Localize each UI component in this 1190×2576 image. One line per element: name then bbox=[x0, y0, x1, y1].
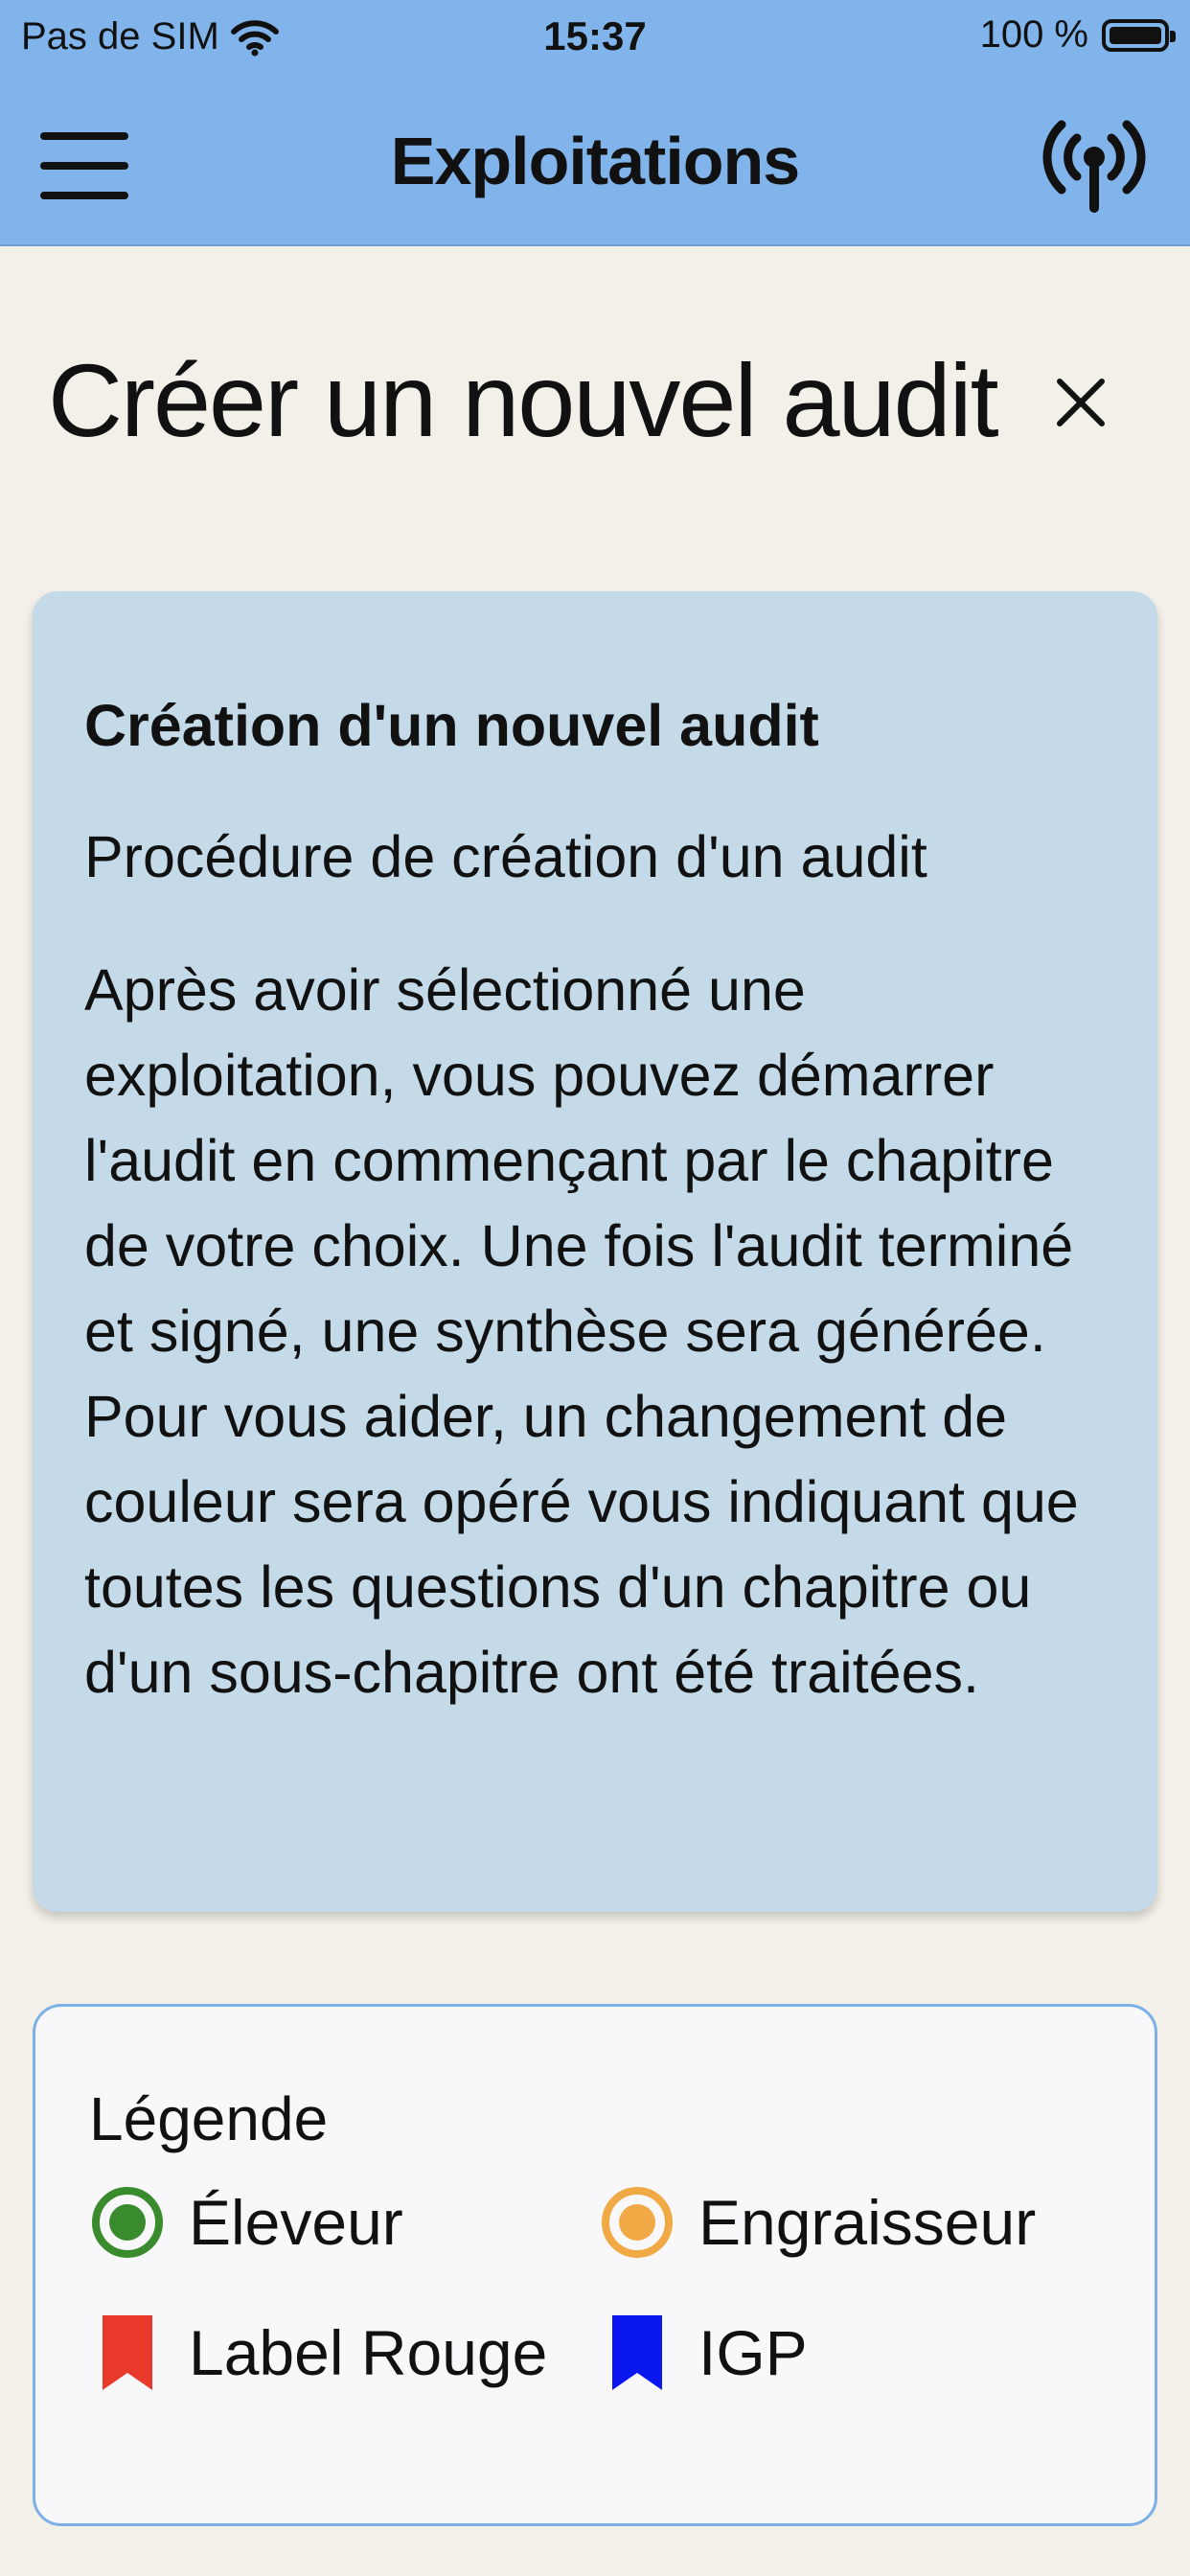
legend-item-label-rouge: Label Rouge bbox=[89, 2310, 547, 2396]
sync-button[interactable] bbox=[1041, 109, 1148, 217]
legend-label-eleveur: Éleveur bbox=[189, 2187, 403, 2258]
legend-card: Légende Éleveur Engraisseur Label Rouge bbox=[33, 2004, 1157, 2526]
battery-status: 100 % bbox=[979, 13, 1176, 57]
battery-percent: 100 % bbox=[979, 13, 1088, 56]
battery-icon bbox=[1102, 18, 1176, 52]
legend-label-engraisseur: Engraisseur bbox=[698, 2187, 1037, 2258]
legend-label-label-rouge: Label Rouge bbox=[189, 2317, 548, 2388]
legend-label-igp: IGP bbox=[698, 2317, 808, 2388]
info-card-title: Création d'un nouvel audit bbox=[84, 693, 819, 758]
navigation-bar: Exploitations bbox=[0, 96, 1190, 240]
bookmark-icon bbox=[612, 2315, 662, 2390]
info-card-body: Après avoir sélectionné une exploitation… bbox=[84, 957, 1079, 1706]
info-card: Création d'un nouvel audit Procédure de … bbox=[33, 591, 1157, 1912]
top-app-bar: Pas de SIM 15:37 100 % Exploitations bbox=[0, 0, 1190, 246]
legend-item-eleveur: Éleveur bbox=[89, 2179, 403, 2266]
battery-fill bbox=[1110, 26, 1161, 44]
close-button[interactable] bbox=[1044, 366, 1117, 439]
radio-circle-icon bbox=[602, 2187, 673, 2258]
bookmark-icon bbox=[103, 2315, 152, 2390]
legend-title: Légende bbox=[89, 2084, 329, 2153]
radio-circle-icon bbox=[92, 2187, 163, 2258]
info-card-subtitle: Procédure de création d'un audit bbox=[84, 824, 927, 890]
antenna-signal-icon bbox=[1042, 120, 1146, 213]
close-icon bbox=[1057, 379, 1105, 426]
status-bar: Pas de SIM 15:37 100 % bbox=[0, 0, 1190, 84]
page-title: Créer un nouvel audit bbox=[48, 342, 999, 458]
legend-item-engraisseur: Engraisseur bbox=[599, 2179, 1036, 2266]
nav-title: Exploitations bbox=[390, 124, 800, 198]
legend-item-igp: IGP bbox=[599, 2310, 808, 2396]
